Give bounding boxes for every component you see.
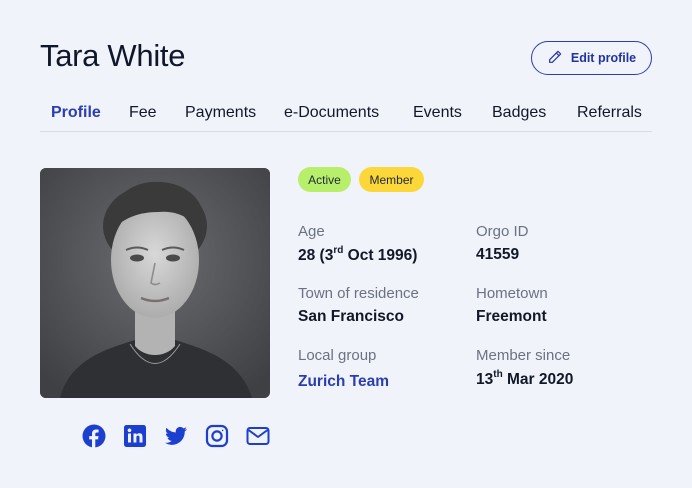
tab-fee[interactable]: Fee xyxy=(129,104,157,122)
hometown-label: Hometown xyxy=(476,285,548,302)
edit-profile-label: Edit profile xyxy=(570,51,637,65)
profile-photo xyxy=(40,168,270,398)
town-of-residence-value: San Francisco xyxy=(298,308,404,325)
profile-tabs: Profile Fee Payments e-Documents Events … xyxy=(40,100,652,132)
age-label: Age xyxy=(298,223,325,240)
tab-payments[interactable]: Payments xyxy=(185,104,256,122)
local-group-label: Local group xyxy=(298,347,377,364)
tab-profile[interactable]: Profile xyxy=(51,104,101,122)
orgo-id-label: Orgo ID xyxy=(476,223,529,240)
town-of-residence-label: Town of residence xyxy=(298,285,419,302)
tab-e-documents[interactable]: e-Documents xyxy=(284,104,379,122)
local-group-link[interactable]: Zurich Team xyxy=(298,373,389,391)
linkedin-icon[interactable] xyxy=(123,424,147,448)
facebook-icon[interactable] xyxy=(82,424,106,448)
tab-referrals[interactable]: Referrals xyxy=(577,104,642,122)
instagram-icon[interactable] xyxy=(205,424,229,448)
edit-profile-button[interactable]: Edit profile xyxy=(531,41,652,75)
twitter-icon[interactable] xyxy=(164,424,188,448)
email-icon[interactable] xyxy=(246,424,270,448)
tab-badges[interactable]: Badges xyxy=(492,104,546,122)
orgo-id-value: 41559 xyxy=(476,246,520,263)
age-value: 28 (3rd Oct 1996) xyxy=(298,245,418,265)
status-badge-member: Member xyxy=(359,167,424,192)
member-since-label: Member since xyxy=(476,347,571,364)
hometown-value: Freemont xyxy=(476,308,547,325)
member-since-value: 13th Mar 2020 xyxy=(476,369,574,389)
pencil-icon xyxy=(547,49,563,68)
tab-events[interactable]: Events xyxy=(413,104,462,122)
page-title: Tara White xyxy=(40,38,186,73)
status-badge-active: Active xyxy=(298,167,351,192)
